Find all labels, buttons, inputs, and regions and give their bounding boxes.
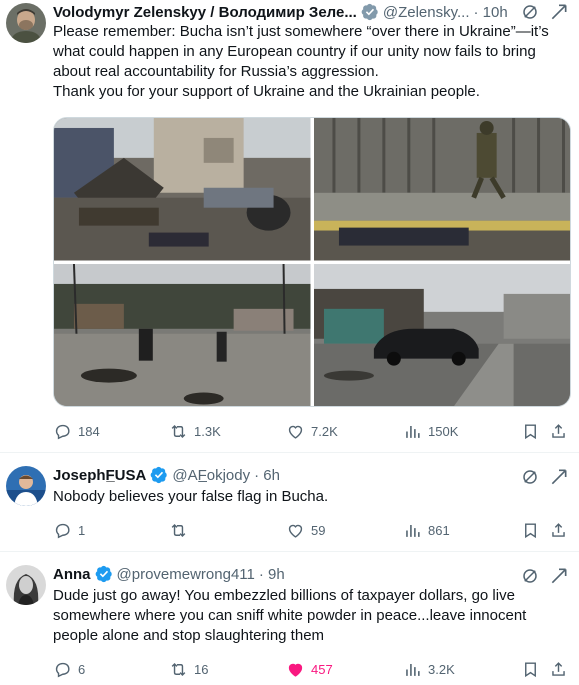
bookmark-button[interactable] (521, 519, 540, 541)
share-button[interactable] (549, 658, 568, 680)
more-icon[interactable] (549, 467, 569, 487)
views-count: 861 (428, 522, 450, 538)
views-button[interactable]: 861 (403, 519, 450, 541)
repost-count: 1.3K (194, 423, 221, 439)
tweet-actions: 184 1.3K 7.2K 150K (53, 420, 569, 442)
tweet-actions: 6 16 457 3.2K (53, 658, 569, 680)
tweet-1[interactable]: Volodymyr Zelenskyy / Володимир Зеле... … (0, 0, 579, 452)
like-icon (288, 425, 303, 439)
views-icon (406, 425, 420, 438)
views-icon (406, 524, 420, 537)
reply-button[interactable]: 184 (53, 420, 100, 442)
like-button[interactable]: 59 (286, 519, 325, 541)
views-button[interactable]: 150K (403, 420, 458, 442)
reply-icon (55, 424, 70, 439)
photo-street-bodies[interactable] (54, 263, 311, 406)
verified-badge-icon (150, 466, 168, 484)
share-icon (552, 522, 565, 537)
views-icon (406, 663, 420, 676)
grok-icon[interactable] (521, 567, 539, 585)
like-icon (288, 663, 303, 677)
like-count: 59 (311, 522, 326, 538)
tweet-text: Dude just go away! You embezzled billion… (53, 587, 531, 644)
reply-icon (55, 523, 70, 538)
grok-icon[interactable] (521, 468, 539, 486)
author-name[interactable]: Volodymyr Zelenskyy / Володимир Зеле... (53, 4, 357, 21)
photo-car-street[interactable] (313, 263, 570, 406)
tweet-text: Please remember: Bucha isn’t just somewh… (53, 23, 549, 100)
author-handle[interactable]: @provemewrong411 (117, 566, 255, 583)
reply-count: 1 (78, 522, 86, 538)
photo-soldier-walking[interactable] (313, 118, 570, 261)
share-icon (552, 661, 565, 676)
avatar[interactable] (6, 3, 46, 43)
more-icon[interactable] (549, 2, 569, 22)
repost-button[interactable]: 1.3K (169, 420, 221, 442)
reply-button[interactable]: 6 (53, 658, 85, 680)
reply-count: 6 (78, 661, 86, 677)
more-icon[interactable] (549, 566, 569, 586)
bookmark-icon (525, 423, 536, 439)
bookmark-icon (525, 522, 536, 538)
views-count: 150K (428, 423, 459, 439)
like-icon (288, 524, 303, 538)
repost-icon (171, 424, 186, 438)
repost-button[interactable] (169, 519, 194, 541)
like-button[interactable]: 457 (286, 658, 333, 680)
avatar[interactable] (6, 466, 46, 506)
share-icon (552, 423, 565, 438)
verified-badge-icon (95, 565, 113, 583)
repost-count: 16 (194, 661, 209, 677)
timestamp[interactable]: · 9h (259, 566, 285, 583)
tweet-3[interactable]: Anna @provemewrong411 · 9h Dude just go … (0, 552, 579, 685)
author-name[interactable]: JosephF̲USA (53, 467, 146, 484)
bookmark-button[interactable] (521, 658, 540, 680)
author-handle[interactable]: @Zelensky... (383, 4, 470, 21)
repost-icon (171, 662, 186, 676)
verified-badge-icon (361, 3, 379, 21)
bookmark-button[interactable] (521, 420, 540, 442)
bookmark-icon (525, 661, 536, 677)
views-button[interactable]: 3.2K (403, 658, 455, 680)
tweet-2[interactable]: JosephF̲USA @AF̲okjody · 6h Nobody belie… (0, 453, 579, 551)
avatar[interactable] (6, 565, 46, 605)
reply-icon (55, 662, 70, 677)
repost-button[interactable]: 16 (169, 658, 208, 680)
share-button[interactable] (549, 420, 568, 442)
reply-count: 184 (78, 423, 100, 439)
views-count: 3.2K (428, 661, 455, 677)
tweet-text: Nobody believes your false flag in Bucha… (53, 488, 329, 505)
photo-destroyed-street[interactable] (54, 118, 311, 261)
timestamp[interactable]: · 6h (254, 467, 280, 484)
reply-button[interactable]: 1 (53, 519, 85, 541)
repost-icon (171, 523, 186, 537)
timestamp[interactable]: · 10h (474, 4, 508, 21)
author-name[interactable]: Anna (53, 566, 91, 583)
like-count: 7.2K (311, 423, 338, 439)
share-button[interactable] (549, 519, 568, 541)
like-count: 457 (311, 661, 333, 677)
grok-icon[interactable] (521, 3, 539, 21)
tweet-actions: 1 59 861 (53, 519, 569, 541)
media-grid[interactable] (53, 117, 571, 407)
like-button[interactable]: 7.2K (286, 420, 338, 442)
author-handle[interactable]: @AF̲okjody (172, 467, 250, 484)
